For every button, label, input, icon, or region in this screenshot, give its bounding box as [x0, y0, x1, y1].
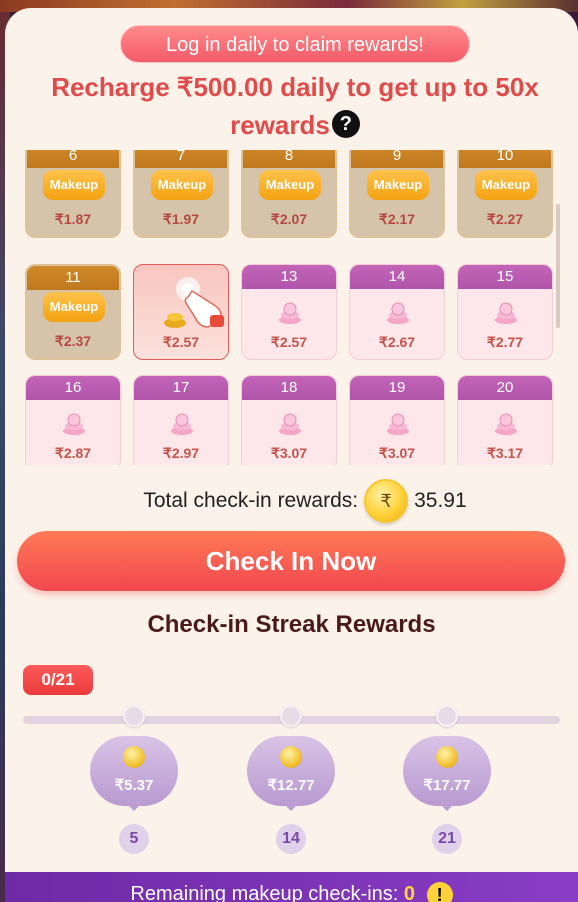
makeup-button[interactable]: Makeup	[367, 170, 429, 200]
day-amount: ₹3.07	[378, 445, 416, 461]
day-number: 11	[27, 266, 119, 290]
day-cell[interactable]: 6 Makeup ₹1.87	[25, 150, 121, 238]
day-cell[interactable]: 10 Makeup ₹2.27	[457, 150, 553, 238]
day-amount: ₹2.97	[162, 445, 200, 461]
day-amount: ₹3.17	[486, 445, 524, 461]
day-cell[interactable]: 18 ₹3.07	[241, 375, 337, 465]
day-number: 10	[459, 150, 551, 168]
day-cell[interactable]: 13 ₹2.57	[241, 264, 337, 360]
login-daily-banner: Log in daily to claim rewards!	[120, 25, 470, 63]
day-cell[interactable]: 8 Makeup ₹2.07	[241, 150, 337, 238]
makeup-footer: Remaining makeup check-ins: 0 !	[5, 872, 578, 902]
milestone-knob	[123, 705, 145, 727]
day-amount: ₹1.87	[54, 211, 92, 227]
help-icon[interactable]: ?	[331, 110, 360, 139]
makeup-button[interactable]: Makeup	[43, 292, 105, 322]
recharge-text: Recharge ₹500.00 daily to get up to 50x …	[51, 72, 539, 140]
milestone-knob	[436, 705, 458, 727]
total-rewards: Total check-in rewards: ₹ 35.91	[115, 479, 495, 523]
milestone-amount: ₹5.37	[114, 777, 154, 794]
warning-icon[interactable]: !	[426, 881, 453, 902]
coin-stack-icon	[387, 302, 409, 324]
day-cell[interactable]: 19 ₹3.07	[349, 375, 445, 465]
checkin-sheet: Log in daily to claim rewards! Recharge …	[5, 8, 578, 902]
day-amount: ₹2.57	[270, 334, 308, 350]
day-cell-today[interactable]: 12 ₹2.57	[133, 264, 229, 360]
day-number: 18	[242, 376, 336, 400]
day-number: 7	[135, 150, 227, 168]
coin-stack-icon	[387, 413, 409, 435]
milestone-amount: ₹17.77	[423, 777, 471, 794]
total-value: 35.91	[414, 489, 467, 512]
milestone-reward-bubble[interactable]: ₹17.77	[403, 736, 491, 806]
day-amount: ₹2.57	[162, 334, 200, 350]
makeup-button[interactable]: Makeup	[151, 170, 213, 200]
makeup-remaining-label: Remaining makeup check-ins:	[130, 883, 399, 902]
day-number: 14	[350, 265, 444, 289]
day-number: 6	[27, 150, 119, 168]
coin-stack-icon	[171, 413, 193, 435]
coin-icon	[436, 746, 458, 768]
day-amount: ₹2.07	[270, 211, 308, 227]
bubble-tail	[437, 801, 457, 811]
bubble-tail	[124, 801, 144, 811]
milestone-day: 5	[119, 824, 149, 854]
day-amount: ₹2.67	[378, 334, 416, 350]
day-amount: ₹1.97	[162, 211, 200, 227]
day-cell[interactable]: 15 ₹2.77	[457, 264, 553, 360]
makeup-button[interactable]: Makeup	[475, 170, 537, 200]
day-amount: ₹2.77	[486, 334, 524, 350]
checkin-calendar-grid: 6 Makeup ₹1.87 7 Makeup ₹1.97 8 Makeup ₹…	[25, 150, 560, 465]
day-cell[interactable]: 11 Makeup ₹2.37	[25, 264, 121, 360]
day-number: 19	[350, 376, 444, 400]
coin-stack-icon	[495, 413, 517, 435]
coin-stack-icon	[279, 413, 301, 435]
rupee-coin-icon: ₹	[364, 479, 409, 523]
coin-stack-icon	[63, 413, 85, 435]
day-number: 17	[134, 376, 228, 400]
milestone-reward-bubble[interactable]: ₹5.37	[90, 736, 178, 806]
day-cell[interactable]: 9 Makeup ₹2.17	[349, 150, 445, 238]
day-number: 15	[458, 265, 552, 289]
day-amount: ₹2.27	[486, 211, 524, 227]
day-amount: ₹3.07	[270, 445, 308, 461]
day-number: 13	[242, 265, 336, 289]
day-number: 9	[351, 150, 443, 168]
check-in-now-button[interactable]: Check In Now	[17, 531, 565, 591]
milestone-day: 21	[432, 824, 462, 854]
day-number: 16	[26, 376, 120, 400]
gold-coins-icon	[164, 313, 186, 328]
coin-stack-icon	[495, 302, 517, 324]
bubble-tail	[281, 801, 301, 811]
makeup-button[interactable]: Makeup	[43, 170, 105, 200]
day-number: 8	[243, 150, 335, 168]
milestone-reward-bubble[interactable]: ₹12.77	[247, 736, 335, 806]
day-amount: ₹2.17	[378, 211, 416, 227]
coin-icon	[123, 746, 145, 768]
day-cell[interactable]: 20 ₹3.17	[457, 375, 553, 465]
coin-icon	[280, 746, 302, 768]
day-cell[interactable]: 7 Makeup ₹1.97	[133, 150, 229, 238]
recharge-info: Recharge ₹500.00 daily to get up to 50x …	[30, 68, 560, 144]
grid-scrollbar[interactable]	[556, 204, 560, 328]
day-amount: ₹2.37	[54, 333, 92, 349]
milestone-amount: ₹12.77	[267, 777, 315, 794]
coin-stack-icon	[279, 302, 301, 324]
milestone-day: 14	[276, 824, 306, 854]
day-cell[interactable]: 14 ₹2.67	[349, 264, 445, 360]
makeup-remaining-count: 0	[403, 883, 416, 902]
day-amount: ₹2.87	[54, 445, 92, 461]
day-number: 20	[458, 376, 552, 400]
streak-title: Check-in Streak Rewards	[147, 611, 436, 638]
day-cell[interactable]: 16 ₹2.87	[25, 375, 121, 465]
milestone-knob	[280, 705, 302, 727]
streak-progress-badge: 0/21	[23, 665, 93, 695]
day-cell[interactable]: 17 ₹2.97	[133, 375, 229, 465]
makeup-button[interactable]: Makeup	[259, 170, 321, 200]
total-label: Total check-in rewards:	[143, 489, 359, 512]
